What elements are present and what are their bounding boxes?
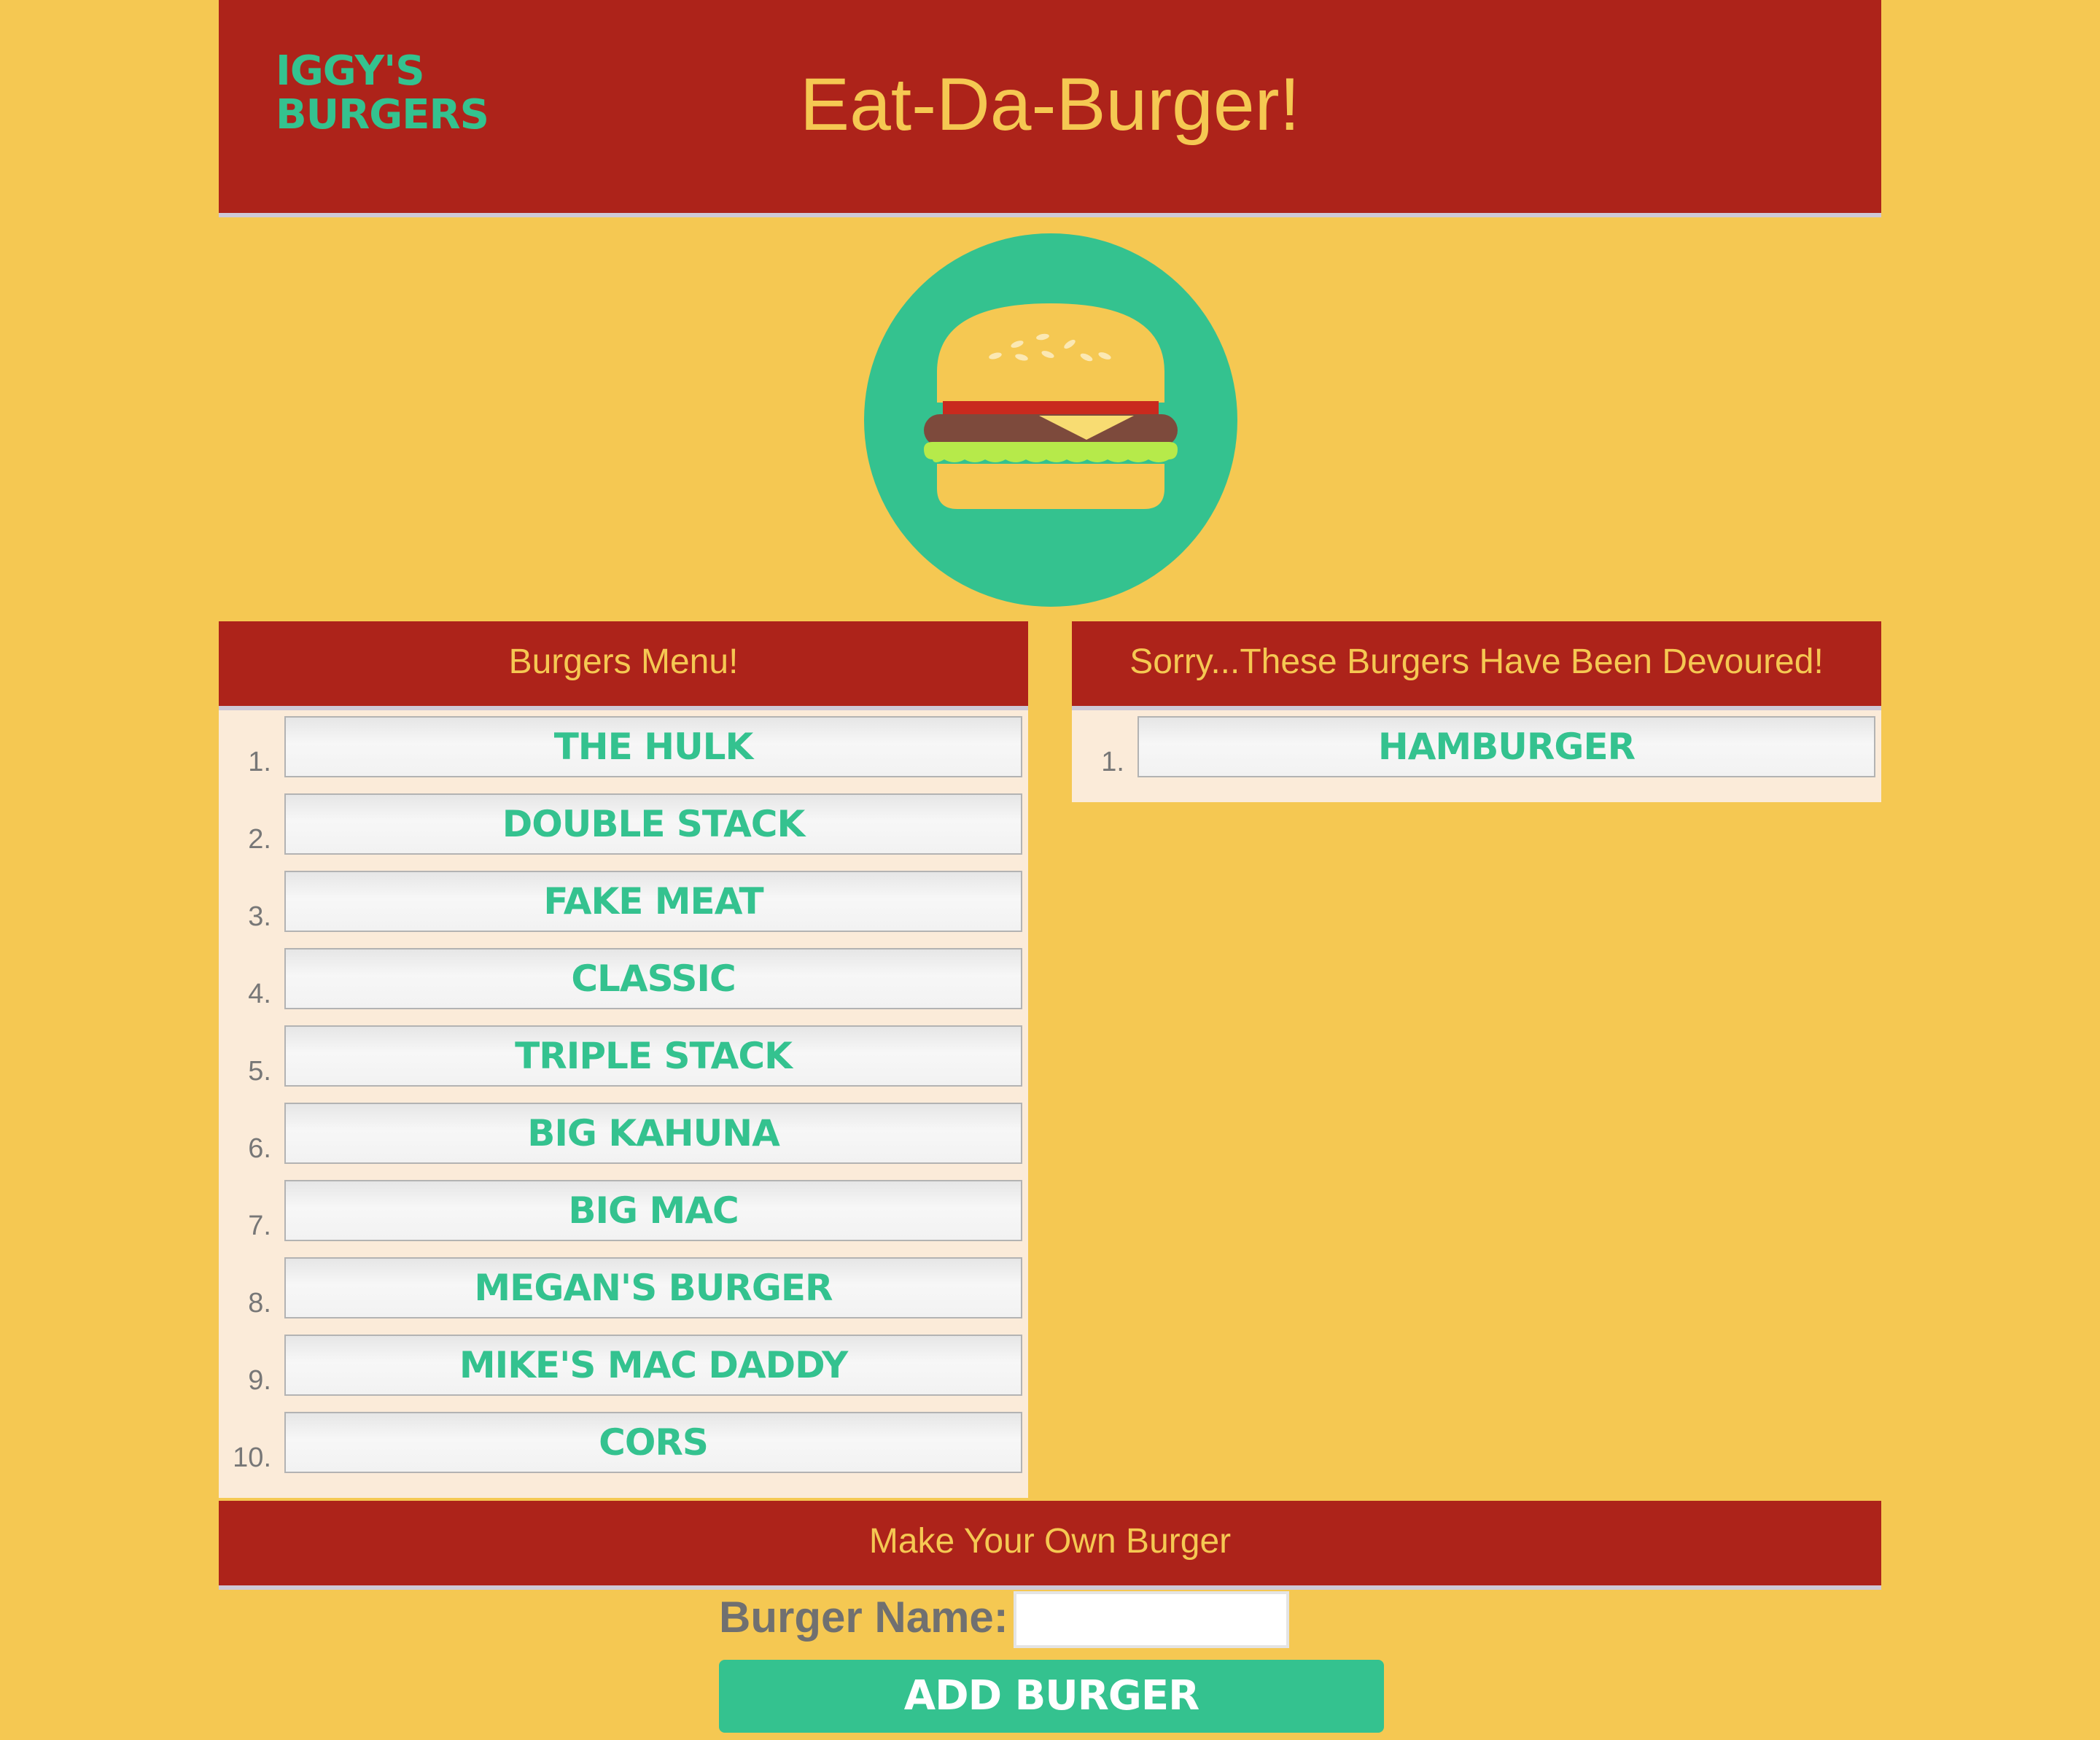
- page-title: Eat-Da-Burger!: [800, 63, 1300, 146]
- devour-burger-button[interactable]: Fake Meat: [284, 871, 1022, 932]
- burger-name-input[interactable]: [1014, 1591, 1289, 1648]
- item-number: 7.: [248, 1211, 271, 1241]
- make-burger-heading: Make Your Own Burger: [219, 1501, 1881, 1590]
- list-item: 1. The Hulk: [219, 716, 1022, 793]
- list-item: 3. Fake Meat: [219, 871, 1022, 948]
- list-item: 9. Mike's Mac Daddy: [219, 1335, 1022, 1412]
- burger-name-label: Burger Name:: [719, 1593, 1008, 1642]
- list-item: 10. CORS: [219, 1412, 1022, 1489]
- devour-burger-button[interactable]: The Hulk: [284, 716, 1022, 777]
- item-number: 1.: [248, 747, 271, 777]
- list-item: 4. Classic: [219, 948, 1022, 1025]
- burgers-menu-list: 1. The Hulk 2. Double Stack 3. Fake Meat…: [219, 710, 1028, 1498]
- list-item: 7. Big Mac: [219, 1180, 1022, 1257]
- item-number: 10.: [233, 1442, 271, 1473]
- devoured-burger-button[interactable]: Hamburger: [1138, 716, 1875, 777]
- burgers-menu-heading: Burgers Menu!: [219, 621, 1028, 710]
- list-item: 6. Big Kahuna: [219, 1103, 1022, 1180]
- devoured-panel: Sorry...These Burgers Have Been Devoured…: [1072, 621, 1881, 802]
- devoured-list: 1. Hamburger: [1072, 710, 1881, 802]
- devour-burger-button[interactable]: Classic: [284, 948, 1022, 1009]
- devour-burger-button[interactable]: Mike's Mac Daddy: [284, 1335, 1022, 1396]
- devour-burger-button[interactable]: Megan's Burger: [284, 1257, 1022, 1318]
- devour-burger-button[interactable]: Big Mac: [284, 1180, 1022, 1241]
- item-number: 9.: [248, 1365, 271, 1396]
- devour-burger-button[interactable]: Triple Stack: [284, 1025, 1022, 1087]
- site-header: Iggy's Burgers Eat-Da-Burger!: [219, 0, 1881, 217]
- list-item: 1. Hamburger: [1072, 716, 1875, 793]
- item-number: 6.: [248, 1133, 271, 1164]
- item-number: 8.: [248, 1288, 271, 1318]
- add-burger-button[interactable]: Add Burger: [719, 1660, 1384, 1733]
- devour-burger-button[interactable]: CORS: [284, 1412, 1022, 1473]
- burgers-menu-panel: Burgers Menu! 1. The Hulk 2. Double Stac…: [219, 621, 1028, 1498]
- list-item: 8. Megan's Burger: [219, 1257, 1022, 1335]
- devour-burger-button[interactable]: Double Stack: [284, 793, 1022, 855]
- item-number: 1.: [1101, 747, 1124, 777]
- devoured-heading: Sorry...These Burgers Have Been Devoured…: [1072, 621, 1881, 710]
- devour-burger-button[interactable]: Big Kahuna: [284, 1103, 1022, 1164]
- list-item: 2. Double Stack: [219, 793, 1022, 871]
- item-number: 4.: [248, 979, 271, 1009]
- burger-logo-icon: [864, 233, 1237, 607]
- item-number: 3.: [248, 901, 271, 932]
- item-number: 5.: [248, 1056, 271, 1087]
- item-number: 2.: [248, 824, 271, 855]
- list-item: 5. Triple Stack: [219, 1025, 1022, 1103]
